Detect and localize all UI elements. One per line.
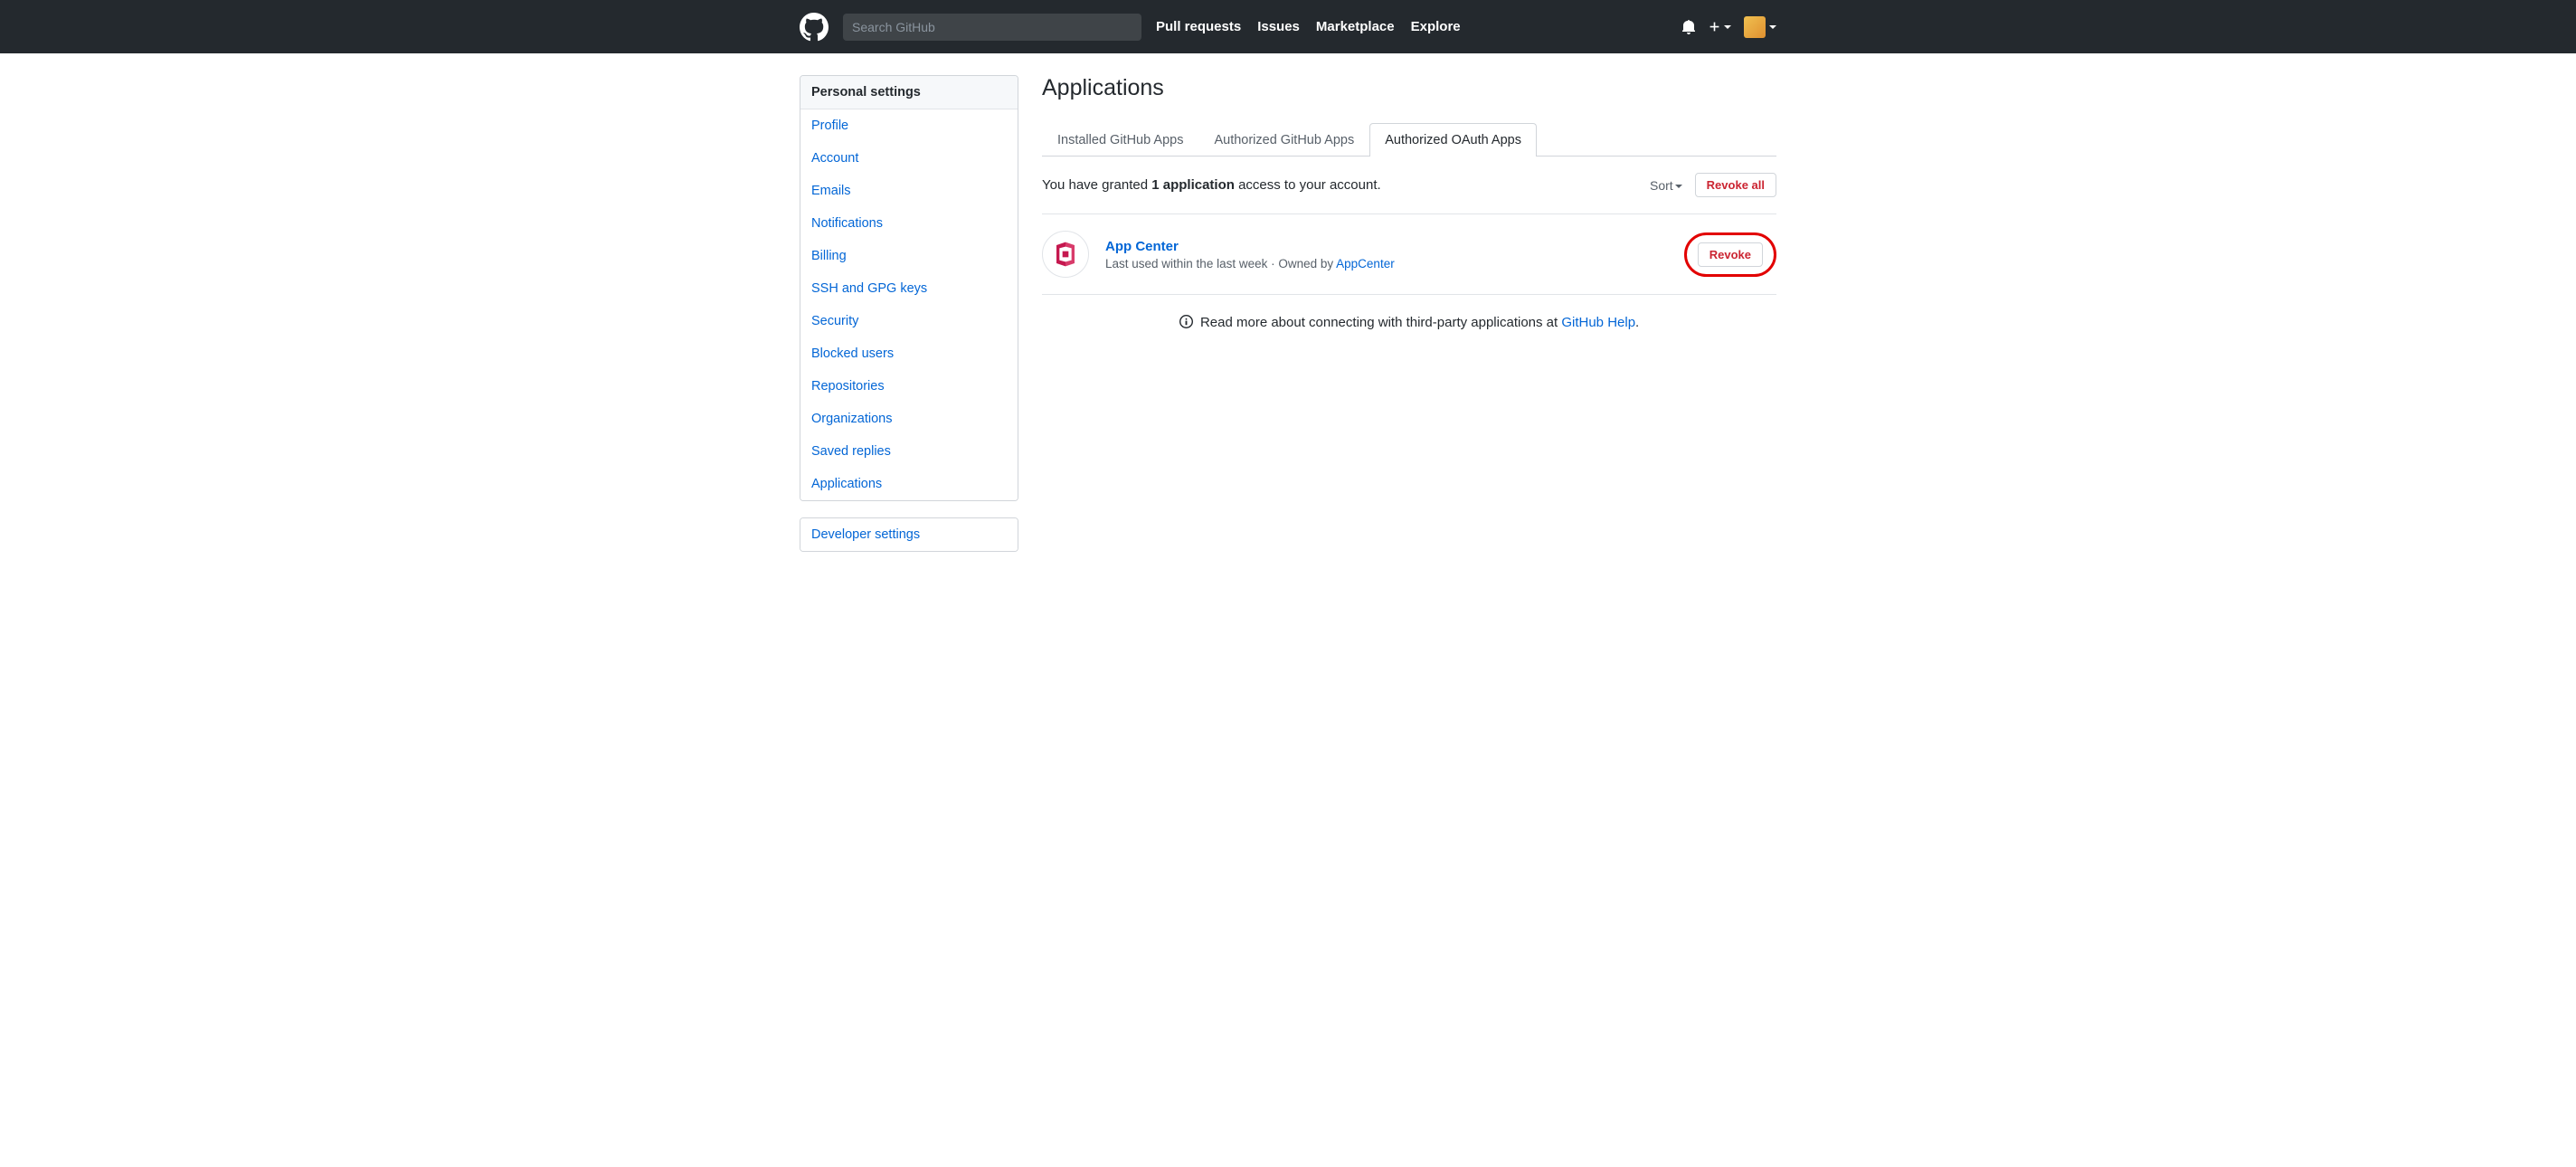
info-icon: [1179, 315, 1193, 328]
grant-suffix: access to your account.: [1235, 177, 1381, 193]
help-text: Read more about connecting with third-pa…: [1200, 315, 1561, 330]
github-help-link[interactable]: GitHub Help: [1561, 315, 1635, 330]
sidebar-item-emails[interactable]: Emails: [800, 175, 1018, 207]
app-tabs: Installed GitHub Apps Authorized GitHub …: [1042, 123, 1776, 157]
github-logo-icon[interactable]: [800, 13, 829, 42]
help-period: .: [1635, 315, 1639, 330]
grant-actions: Sort Revoke all: [1650, 173, 1776, 197]
sidebar-item-security[interactable]: Security: [800, 305, 1018, 337]
app-owned-by-prefix: · Owned by: [1267, 257, 1336, 270]
user-avatar-dropdown[interactable]: [1744, 16, 1776, 38]
sidebar-item-blocked[interactable]: Blocked users: [800, 337, 1018, 370]
tab-installed-github-apps[interactable]: Installed GitHub Apps: [1042, 123, 1198, 157]
developer-settings-menu: Developer settings: [800, 517, 1018, 552]
nav-issues[interactable]: Issues: [1257, 19, 1300, 34]
grant-prefix: You have granted: [1042, 177, 1151, 193]
header-inner: Pull requests Issues Marketplace Explore: [800, 13, 1776, 42]
personal-settings-menu: Personal settings Profile Account Emails…: [800, 75, 1018, 501]
grant-summary-row: You have granted 1 application access to…: [1042, 173, 1776, 214]
grant-appword: application: [1160, 177, 1235, 193]
search-input[interactable]: [843, 14, 1141, 41]
nav-explore[interactable]: Explore: [1411, 19, 1461, 34]
page-title: Applications: [1042, 75, 1776, 101]
page-container: Personal settings Profile Account Emails…: [800, 75, 1776, 568]
oauth-app-row: App Center Last used within the last wee…: [1042, 214, 1776, 295]
sidebar-item-developer-settings[interactable]: Developer settings: [800, 518, 1018, 551]
help-row: Read more about connecting with third-pa…: [1042, 295, 1776, 350]
sidebar-item-organizations[interactable]: Organizations: [800, 403, 1018, 435]
nav-marketplace[interactable]: Marketplace: [1316, 19, 1395, 34]
sidebar-item-billing[interactable]: Billing: [800, 240, 1018, 272]
app-last-used: Last used within the last week: [1105, 257, 1267, 270]
sidebar-item-saved-replies[interactable]: Saved replies: [800, 435, 1018, 468]
main-content: Applications Installed GitHub Apps Autho…: [1042, 75, 1776, 568]
settings-sidebar: Personal settings Profile Account Emails…: [800, 75, 1018, 568]
app-name-link[interactable]: App Center: [1105, 239, 1179, 254]
sidebar-item-repositories[interactable]: Repositories: [800, 370, 1018, 403]
sidebar-item-ssh[interactable]: SSH and GPG keys: [800, 272, 1018, 305]
global-header: Pull requests Issues Marketplace Explore: [0, 0, 2576, 53]
notifications-icon[interactable]: [1681, 20, 1696, 34]
create-new-dropdown[interactable]: [1709, 21, 1731, 33]
sort-dropdown[interactable]: Sort: [1650, 178, 1682, 193]
personal-settings-heading: Personal settings: [800, 76, 1018, 109]
app-meta: Last used within the last week · Owned b…: [1105, 257, 1684, 270]
tab-authorized-github-apps[interactable]: Authorized GitHub Apps: [1198, 123, 1369, 157]
revoke-all-button[interactable]: Revoke all: [1695, 173, 1776, 197]
primary-nav: Pull requests Issues Marketplace Explore: [1156, 19, 1461, 34]
tab-authorized-oauth-apps[interactable]: Authorized OAuth Apps: [1369, 123, 1537, 157]
sidebar-item-profile[interactable]: Profile: [800, 109, 1018, 142]
nav-pull-requests[interactable]: Pull requests: [1156, 19, 1241, 34]
sidebar-item-notifications[interactable]: Notifications: [800, 207, 1018, 240]
sidebar-item-applications[interactable]: Applications: [800, 468, 1018, 500]
app-owner-link[interactable]: AppCenter: [1336, 257, 1395, 270]
avatar-icon: [1744, 16, 1766, 38]
revoke-highlight-circle: Revoke: [1684, 232, 1776, 277]
header-right: [1681, 16, 1776, 38]
app-center-icon: [1042, 231, 1089, 278]
revoke-button[interactable]: Revoke: [1698, 242, 1763, 267]
sidebar-item-account[interactable]: Account: [800, 142, 1018, 175]
grant-summary-text: You have granted 1 application access to…: [1042, 177, 1381, 193]
grant-count: 1: [1151, 177, 1159, 193]
app-info: App Center Last used within the last wee…: [1105, 239, 1684, 270]
